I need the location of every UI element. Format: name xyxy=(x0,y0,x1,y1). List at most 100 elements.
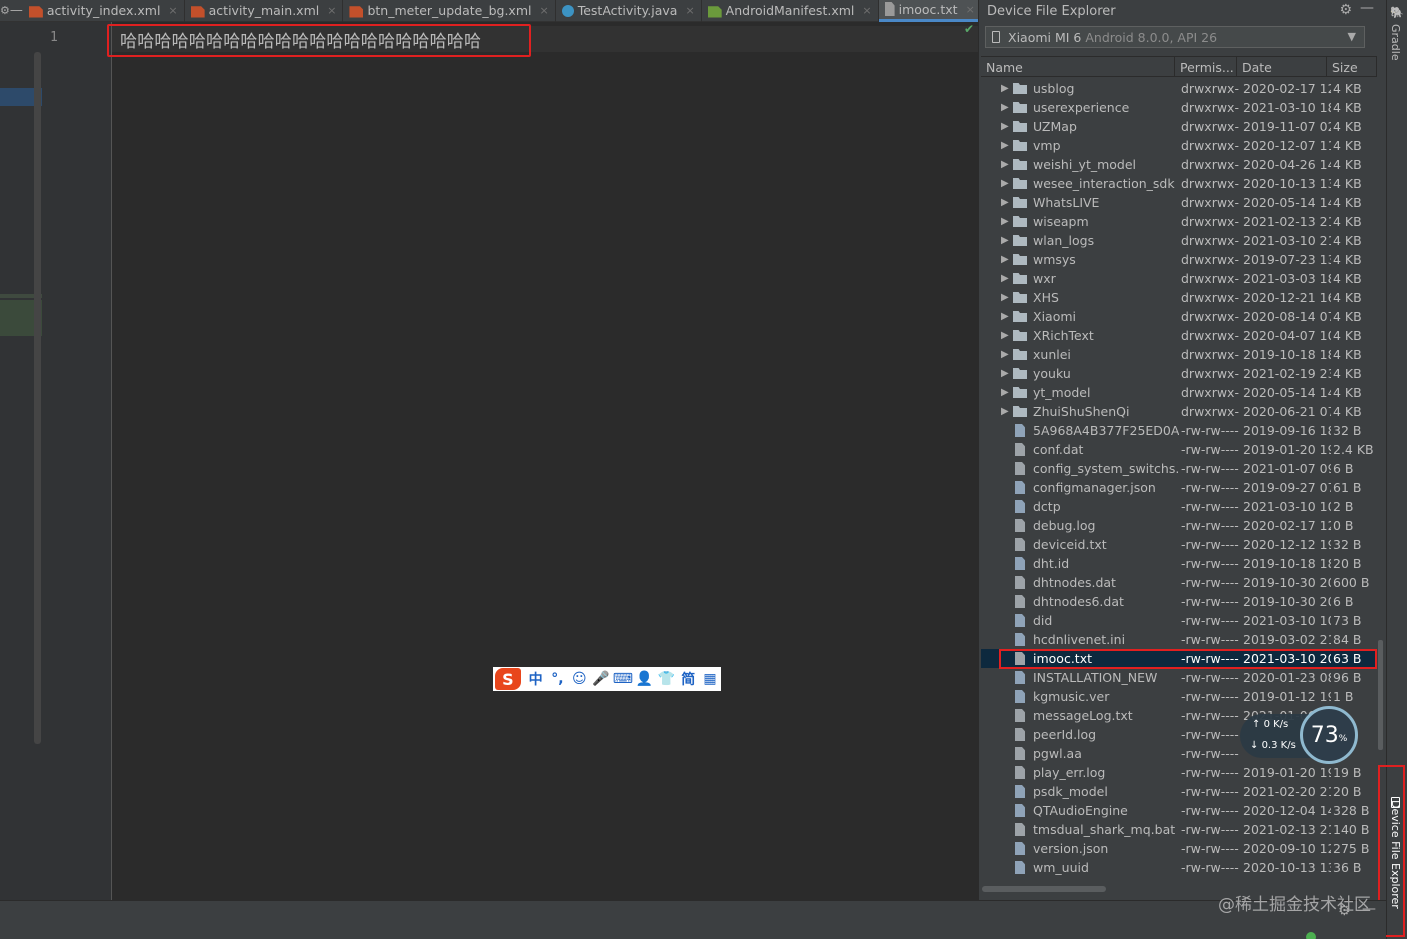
expand-arrow-icon[interactable]: ▶ xyxy=(1001,254,1013,265)
gradle-tool-button[interactable]: Gradle xyxy=(1389,24,1402,61)
file-list-row[interactable]: dhtnodes.dat -rw-rw---- 2019-10-30 20 600 B xyxy=(981,573,1377,592)
minimize-icon[interactable]: — xyxy=(1362,901,1376,917)
expand-arrow-icon[interactable]: ▶ xyxy=(1001,140,1013,151)
column-size[interactable]: Size xyxy=(1327,57,1377,77)
file-list-row[interactable]: conf.dat -rw-rw---- 2019-01-20 19 2.4 KB xyxy=(981,440,1377,459)
emoji-icon[interactable]: ☺ xyxy=(568,671,590,687)
expand-arrow-icon[interactable]: ▶ xyxy=(1001,349,1013,360)
expand-arrow-icon[interactable]: ▶ xyxy=(1001,178,1013,189)
hide-panel-icon[interactable]: — xyxy=(1360,0,1374,16)
sogou-logo-icon[interactable]: S xyxy=(495,668,521,690)
skin-icon[interactable]: 👕 xyxy=(656,671,678,687)
file-date: 2020-12-21 16 xyxy=(1243,290,1331,305)
file-list-row[interactable]: INSTALLATION_NEW -rw-rw---- 2020-01-23 08 9… xyxy=(981,668,1377,687)
file-list-row[interactable]: ▶ wesee_interaction_sdk drwxrwx-- 2020-10-1… xyxy=(981,174,1377,193)
file-list-row[interactable]: ▶ XRichText drwxrwx-- 2020-04-07 10 4 KB xyxy=(981,326,1377,345)
file-list-row[interactable]: ▶ WhatsLIVE drwxrwx-- 2020-05-14 14 4 KB xyxy=(981,193,1377,212)
tab-test-activity[interactable]: TestActivity.java × xyxy=(556,0,702,22)
tab-activity-main[interactable]: activity_main.xml × xyxy=(185,0,344,22)
tab-android-manifest[interactable]: AndroidManifest.xml × xyxy=(702,0,879,22)
file-list-row[interactable]: ▶ weishi_yt_model drwxrwx-- 2020-04-26 14 4 … xyxy=(981,155,1377,174)
chinese-mode-icon[interactable]: 中 xyxy=(525,669,547,689)
file-list-row[interactable]: tmsdual_shark_mq.bat -rw-rw---- 2021-02-13… xyxy=(981,820,1377,839)
file-list-row[interactable]: ▶ ZhuiShuShenQi drwxrwx-- 2020-06-21 07 4 KB xyxy=(981,402,1377,421)
expand-arrow-icon[interactable]: ▶ xyxy=(1001,330,1013,341)
horizontal-scrollbar[interactable] xyxy=(982,886,1106,892)
file-list-row[interactable]: ▶ vmp drwxrwx-- 2020-12-07 11 4 KB xyxy=(981,136,1377,155)
expand-arrow-icon[interactable]: ▶ xyxy=(1001,83,1013,94)
tab-btn-meter-update-bg[interactable]: btn_meter_update_bg.xml × xyxy=(343,0,556,22)
close-tab-icon[interactable]: × xyxy=(168,4,177,17)
file-list-row[interactable]: wm_uuid -rw-rw---- 2020-10-13 13 36 B xyxy=(981,858,1377,877)
user-icon[interactable]: 👤 xyxy=(634,671,656,687)
minimize-icon[interactable]: — xyxy=(10,3,23,18)
close-tab-icon[interactable]: × xyxy=(862,4,871,17)
simplified-icon[interactable]: 简 xyxy=(677,669,699,689)
left-scrollbar[interactable] xyxy=(34,52,41,744)
file-list-row[interactable]: psdk_model -rw-rw---- 2021-02-20 21 20 B xyxy=(981,782,1377,801)
expand-arrow-icon[interactable]: ▶ xyxy=(1001,368,1013,379)
file-list-row[interactable]: QTAudioEngine -rw-rw---- 2020-12-04 14 328 … xyxy=(981,801,1377,820)
expand-arrow-icon[interactable]: ▶ xyxy=(1001,102,1013,113)
file-list-row[interactable]: ▶ XHS drwxrwx-- 2020-12-21 16 4 KB xyxy=(981,288,1377,307)
file-list-row[interactable]: ▶ youku drwxrwx-- 2021-02-19 23 4 KB xyxy=(981,364,1377,383)
file-name: XHS xyxy=(1033,290,1059,305)
expand-arrow-icon[interactable]: ▶ xyxy=(1001,235,1013,246)
file-permissions: drwxrwx-- xyxy=(1181,328,1239,343)
close-tab-icon[interactable]: × xyxy=(327,4,336,17)
file-list-row[interactable]: ▶ wiseapm drwxrwx-- 2021-02-13 21 4 KB xyxy=(981,212,1377,231)
punctuation-icon[interactable]: °, xyxy=(547,671,569,687)
tab-imooc-txt[interactable]: imooc.txt × xyxy=(878,0,982,22)
file-name: usblog xyxy=(1033,81,1075,96)
column-name[interactable]: Name xyxy=(981,57,1175,77)
file-list-row[interactable]: ▶ wmsys drwxrwx-- 2019-07-23 13 4 KB xyxy=(981,250,1377,269)
file-list-row[interactable]: config_system_switchs.tx -rw-rw---- 2021-0… xyxy=(981,459,1377,478)
settings-icon[interactable]: ⚙ xyxy=(0,0,10,22)
file-list-row[interactable]: ▶ Xiaomi drwxrwx-- 2020-08-14 07 4 KB xyxy=(981,307,1377,326)
file-list-row[interactable]: dctp -rw-rw---- 2021-03-10 10 2 B xyxy=(981,497,1377,516)
file-list-row[interactable]: configmanager.json -rw-rw---- 2019-09-27 0… xyxy=(981,478,1377,497)
file-list-row[interactable]: did -rw-rw---- 2021-03-10 10 73 B xyxy=(981,611,1377,630)
microphone-icon[interactable]: 🎤 xyxy=(590,671,612,687)
expand-arrow-icon[interactable]: ▶ xyxy=(1001,121,1013,132)
file-list-row[interactable]: version.json -rw-rw---- 2020-09-10 12 275 B xyxy=(981,839,1377,858)
expand-arrow-icon[interactable]: ▶ xyxy=(1001,197,1013,208)
file-list-row[interactable]: ▶ wxr drwxrwx-- 2021-03-03 18 4 KB xyxy=(981,269,1377,288)
tab-activity-index[interactable]: activity_index.xml × xyxy=(23,0,185,22)
file-list-scrollbar[interactable] xyxy=(1378,640,1383,750)
network-speed-widget[interactable]: ↑ 0 K/s ↓ 0.3 K/s 73% xyxy=(1240,704,1360,764)
annotation-highlight-box xyxy=(107,24,531,57)
gear-icon[interactable]: ⚙ xyxy=(1339,2,1352,18)
expand-arrow-icon[interactable]: ▶ xyxy=(1001,387,1013,398)
file-list-row[interactable]: ▶ usblog drwxrwx-- 2020-02-17 12 4 KB xyxy=(981,79,1377,98)
column-date[interactable]: Date xyxy=(1237,57,1327,77)
editor-area[interactable] xyxy=(112,22,978,900)
gradle-icon[interactable]: 🐘 xyxy=(1390,6,1404,19)
file-list-row[interactable]: dht.id -rw-rw---- 2019-10-18 18 20 B xyxy=(981,554,1377,573)
file-list-row[interactable]: ▶ UZMap drwxrwx-- 2019-11-07 02 4 KB xyxy=(981,117,1377,136)
close-tab-icon[interactable]: × xyxy=(685,4,694,17)
gear-icon[interactable]: ⚙ xyxy=(1338,903,1351,919)
file-list-row[interactable]: hcdnlivenet.ini -rw-rw---- 2019-03-02 21 84… xyxy=(981,630,1377,649)
file-list-row[interactable]: 5A968A4B377F25ED0A1I -rw-rw---- 2019-09-16… xyxy=(981,421,1377,440)
expand-arrow-icon[interactable]: ▶ xyxy=(1001,216,1013,227)
expand-arrow-icon[interactable]: ▶ xyxy=(1001,406,1013,417)
file-list-row[interactable]: ▶ wlan_logs drwxrwx-- 2021-03-10 21 4 KB xyxy=(981,231,1377,250)
expand-arrow-icon[interactable]: ▶ xyxy=(1001,159,1013,170)
file-list-row[interactable]: debug.log -rw-rw---- 2020-02-17 12 0 B xyxy=(981,516,1377,535)
expand-arrow-icon[interactable]: ▶ xyxy=(1001,311,1013,322)
expand-arrow-icon[interactable]: ▶ xyxy=(1001,292,1013,303)
device-dropdown[interactable]: Xiaomi MI 6 Android 8.0.0, API 26 ▼ xyxy=(985,26,1365,48)
file-list-row[interactable]: deviceid.txt -rw-rw---- 2020-12-12 19 32 B xyxy=(981,535,1377,554)
expand-arrow-icon[interactable]: ▶ xyxy=(1001,273,1013,284)
file-list-row[interactable]: ▶ yt_model drwxrwx-- 2020-05-14 14 4 KB xyxy=(981,383,1377,402)
file-list-row[interactable]: ▶ xunlei drwxrwx-- 2019-10-18 18 4 KB xyxy=(981,345,1377,364)
file-list-row[interactable]: play_err.log -rw-rw---- 2019-01-20 19 19 B xyxy=(981,763,1377,782)
close-tab-icon[interactable]: × xyxy=(539,4,548,17)
toolbox-icon[interactable]: ▦ xyxy=(699,671,721,687)
file-list-row[interactable]: dhtnodes6.dat -rw-rw---- 2019-10-30 20 6 B xyxy=(981,592,1377,611)
close-tab-icon[interactable]: × xyxy=(966,3,975,16)
keyboard-icon[interactable]: ⌨ xyxy=(612,671,634,687)
file-list-row[interactable]: ▶ userexperience drwxrwx-- 2021-03-10 18 4 K… xyxy=(981,98,1377,117)
column-permissions[interactable]: Permis... xyxy=(1175,57,1237,77)
